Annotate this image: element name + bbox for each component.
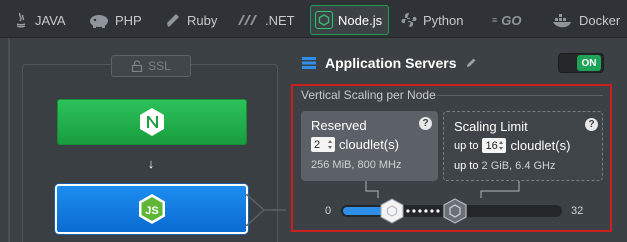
node-connector — [246, 194, 286, 226]
lock-icon — [132, 60, 143, 72]
edit-pencil-icon[interactable] — [465, 57, 477, 69]
tab-nodejs[interactable]: Node.js — [310, 5, 390, 35]
tab-java[interactable]: JAVA — [12, 6, 66, 34]
python-icon — [401, 13, 417, 27]
limit-unit: cloudlet(s) — [510, 138, 571, 153]
reserved-card: Reserved ? 2 cloudlet(s) 256 MiB, 800 MH… — [301, 111, 438, 181]
nginx-icon — [140, 108, 164, 136]
server-stack-icon — [302, 57, 316, 69]
scaling-limit-card: Scaling Limit ? up to 16 cloudlet(s) up … — [443, 111, 603, 181]
nodejs-icon: JS — [138, 194, 165, 224]
go-icon: ≡ — [492, 15, 497, 25]
limit-spec-row: up to 2 GiB, 6.4 GHz — [454, 160, 556, 172]
arrow-down-icon: ↓ — [147, 156, 155, 171]
tab-label: Python — [423, 12, 464, 28]
svg-text:JS: JS — [145, 205, 158, 217]
java-icon — [16, 12, 26, 28]
dotnet-icon — [238, 15, 257, 25]
reserved-row: 2 cloudlet(s) — [311, 137, 399, 152]
help-icon[interactable]: ? — [585, 118, 598, 131]
help-icon[interactable]: ? — [419, 117, 432, 130]
tab-label: .NET — [265, 12, 295, 28]
tab-dotnet[interactable]: .NET — [236, 6, 295, 34]
reserved-unit: cloudlet(s) — [339, 137, 399, 152]
app-servers-toggle[interactable]: ON — [558, 53, 604, 73]
limit-slider-handle[interactable] — [442, 198, 468, 224]
toggle-on-label: ON — [577, 55, 601, 71]
tab-php[interactable]: PHP — [88, 6, 142, 34]
engine-tab-bar: JAVA PHP Ruby .NET Node.js Python ≡ GO D… — [0, 0, 627, 38]
tab-docker[interactable]: Docker — [552, 6, 620, 34]
tab-label: GO — [501, 12, 522, 28]
divider — [437, 95, 603, 96]
limit-prefix: up to — [454, 139, 479, 152]
app-servers-header: Application Servers — [301, 52, 477, 74]
nodejs-app-node[interactable]: JS — [55, 184, 248, 234]
reserved-title: Reserved — [311, 118, 367, 133]
load-balancer-node[interactable] — [57, 99, 247, 145]
limit-row: up to 16 cloudlet(s) — [454, 138, 570, 153]
tab-label: Node.js — [338, 12, 383, 28]
php-icon — [90, 15, 108, 28]
ruby-icon — [167, 14, 179, 27]
tab-python[interactable]: Python — [400, 6, 463, 34]
ssl-label: SSL — [148, 59, 171, 73]
limit-spec: 2 GiB, 6.4 GHz — [481, 160, 556, 172]
reserved-spec: 256 MiB, 800 MHz — [311, 159, 402, 171]
docker-icon — [553, 14, 571, 28]
tab-label: PHP — [115, 12, 142, 28]
reserved-cloudlets-stepper[interactable]: 2 — [311, 137, 335, 152]
tab-go[interactable]: ≡ GO — [492, 6, 522, 34]
limit-spec-prefix: up to — [454, 160, 479, 172]
limit-cloudlets-stepper[interactable]: 16 — [482, 138, 507, 153]
page-title: Application Servers — [325, 55, 457, 71]
reserved-slider-handle[interactable] — [379, 198, 405, 224]
tab-label: Ruby — [187, 12, 218, 28]
ssl-button[interactable]: SSL — [111, 55, 191, 77]
tab-ruby[interactable]: Ruby — [164, 6, 217, 34]
vertical-scaling-title: Vertical Scaling per Node — [301, 88, 436, 102]
nodejs-icon — [315, 11, 333, 29]
limit-title: Scaling Limit — [454, 119, 528, 134]
tab-label: Docker — [579, 12, 621, 28]
tab-label: JAVA — [35, 12, 66, 28]
